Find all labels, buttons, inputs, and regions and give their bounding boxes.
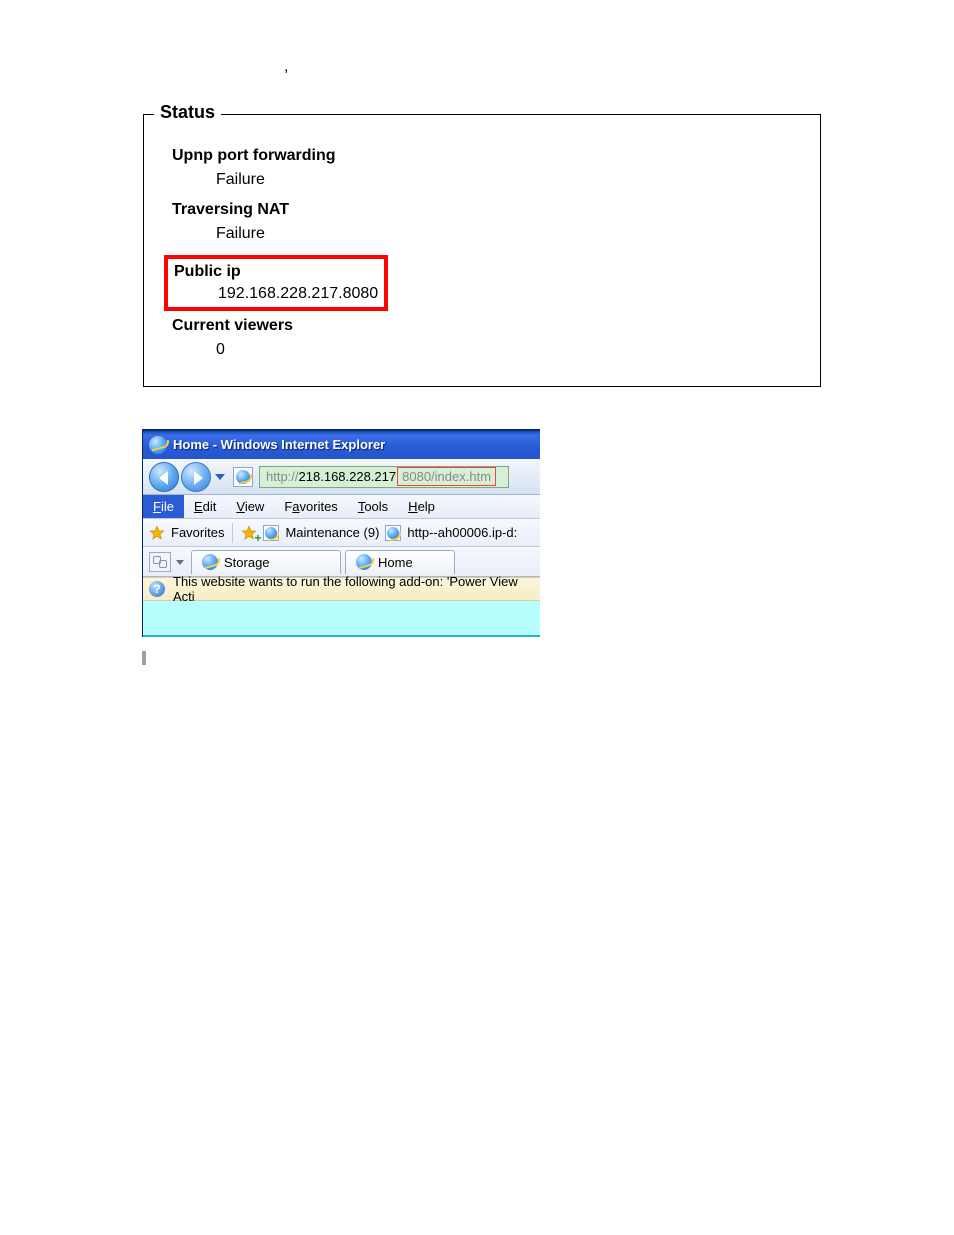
quick-tabs-button[interactable] [149,552,171,572]
quick-tabs-dropdown[interactable] [175,552,187,572]
menu-edit[interactable]: Edit [184,495,226,518]
menu-bar: File Edit View Favorites Tools Help [143,495,540,519]
stray-char: , [284,58,288,76]
window-title: Home - Windows Internet Explorer [173,437,385,452]
page-icon [385,525,401,541]
upnp-label: Upnp port forwarding [172,147,800,165]
menu-help[interactable]: Help [398,495,445,518]
ip-value: 192.168.228.217.8080 [218,285,378,303]
ip-label: Public ip [174,263,378,281]
fav-link-maintenance[interactable]: Maintenance (9) [285,525,379,540]
menu-view[interactable]: View [226,495,274,518]
status-panel: Status Upnp port forwarding Failure Trav… [143,114,821,387]
star-icon[interactable] [149,525,165,541]
tab-label: Home [378,555,413,570]
back-button[interactable] [149,462,179,492]
address-ie-icon[interactable] [233,467,253,487]
ie-icon [202,554,218,570]
ie-icon [149,436,167,454]
add-favorite-icon[interactable] [241,525,257,541]
upnp-value: Failure [216,171,800,189]
menu-tools[interactable]: Tools [348,495,398,518]
forward-button[interactable] [181,462,211,492]
tab-label: Storage [224,555,270,570]
info-icon: ? [149,581,165,597]
status-legend: Status [154,102,221,123]
favorites-bar: Favorites Maintenance (9) http--ah00006.… [143,519,540,547]
url-protocol: http:// [260,469,299,484]
information-bar[interactable]: ? This website wants to run the followin… [143,577,540,601]
nat-label: Traversing NAT [172,201,800,219]
ie-window: Home - Windows Internet Explorer http://… [142,429,540,637]
page-icon [263,525,279,541]
nav-toolbar: http://218.168.228.2178080/index.htm [143,459,540,495]
infobar-text: This website wants to run the following … [173,574,534,604]
titlebar[interactable]: Home - Windows Internet Explorer [143,429,540,459]
favorites-label[interactable]: Favorites [171,525,224,540]
tab-home[interactable]: Home [345,550,455,574]
url-host: 218.168.228.217 [299,469,397,484]
fav-link-ipd[interactable]: http--ah00006.ip-d: [407,525,517,540]
menu-favorites[interactable]: Favorites [274,495,347,518]
tab-storage[interactable]: Storage [191,550,341,574]
ie-icon [356,554,372,570]
page-content-area [143,601,540,637]
window-shadow [142,651,146,665]
nat-value: Failure [216,225,800,243]
public-ip-highlight: Public ip 192.168.228.217.8080 [164,255,388,311]
separator [232,523,233,543]
address-bar[interactable]: http://218.168.228.2178080/index.htm [259,466,509,488]
viewers-label: Current viewers [172,317,800,335]
nav-history-dropdown[interactable] [213,470,227,484]
menu-file[interactable]: File [143,495,184,518]
viewers-value: 0 [216,341,800,359]
url-port-path-highlight: 8080/index.htm [397,467,496,486]
tab-bar: Storage Home [143,547,540,577]
